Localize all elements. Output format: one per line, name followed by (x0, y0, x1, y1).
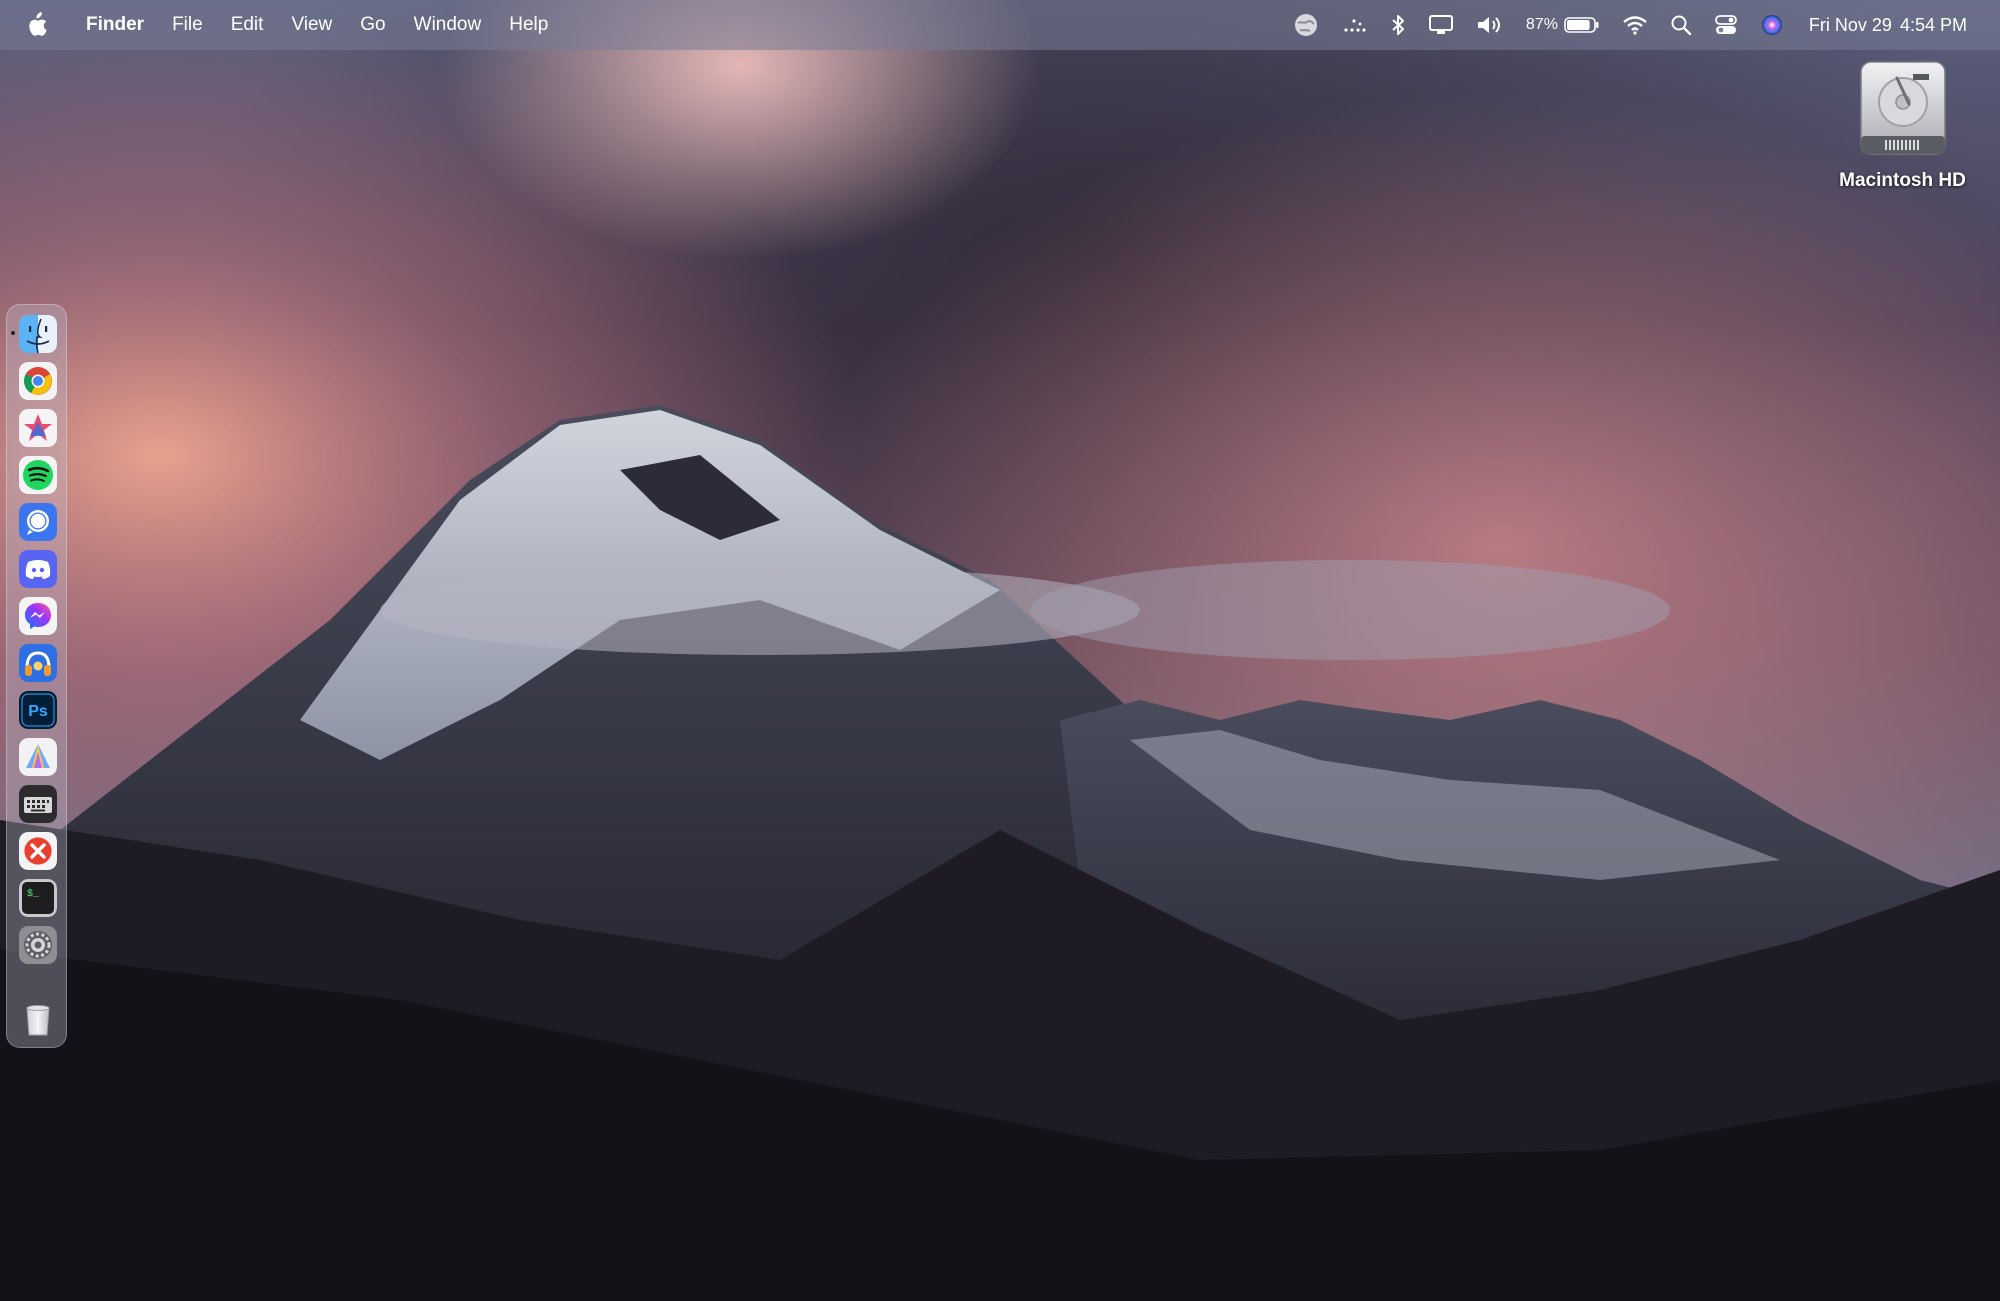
spotify-icon[interactable] (19, 456, 57, 494)
triangle-app-icon[interactable] (19, 738, 57, 776)
menu-bar-status: 87% Fri Nov 29 4:54 PM (1281, 0, 1978, 50)
globe-status-icon[interactable] (1281, 0, 1331, 50)
headphones-app-icon[interactable] (19, 644, 57, 682)
menu-bar: Finder File Edit View Go Window Help 87% (0, 0, 2000, 50)
volume-icon[interactable] (1465, 0, 1515, 50)
keyboard-app-icon[interactable] (19, 785, 57, 823)
desktop-icon-macintosh-hd[interactable]: Macintosh HD (1815, 58, 1990, 192)
menu-go[interactable]: Go (346, 0, 399, 50)
desktop-wallpaper (0, 0, 2000, 1301)
photoshop-glyph: Ps (28, 703, 48, 720)
menu-help[interactable]: Help (495, 0, 562, 50)
menu-window[interactable]: Window (400, 0, 496, 50)
signal-icon[interactable] (19, 503, 57, 541)
trash-icon[interactable] (19, 1000, 57, 1038)
hard-drive-icon (1859, 61, 1946, 155)
terminal-icon[interactable]: $_ (19, 879, 57, 917)
finder-icon[interactable] (19, 315, 57, 353)
menu-app-finder[interactable]: Finder (72, 0, 158, 50)
menu-view[interactable]: View (277, 0, 346, 50)
settings-gear-icon[interactable] (19, 926, 57, 964)
menu-file[interactable]: File (158, 0, 217, 50)
battery-status[interactable]: 87% (1515, 0, 1611, 50)
display-icon[interactable] (1417, 0, 1465, 50)
terminal-glyph: $_ (27, 888, 40, 900)
wifi-icon[interactable] (1611, 0, 1659, 50)
dots-status-icon[interactable] (1331, 0, 1379, 50)
clock-date: Fri Nov 29 (1808, 14, 1892, 35)
battery-icon (1564, 17, 1599, 33)
red-x-app-icon[interactable] (19, 832, 57, 870)
menu-edit[interactable]: Edit (217, 0, 278, 50)
dock: Ps $_ (6, 304, 67, 1048)
apple-logo-icon[interactable] (22, 10, 50, 40)
bluetooth-icon[interactable] (1379, 0, 1417, 50)
control-center-icon[interactable] (1703, 0, 1749, 50)
menubar-clock[interactable]: Fri Nov 29 4:54 PM (1795, 0, 1978, 50)
dock-separator (19, 986, 57, 988)
discord-icon[interactable] (19, 550, 57, 588)
photoshop-icon[interactable]: Ps (19, 691, 57, 729)
battery-percent: 87% (1525, 16, 1558, 33)
menu-bar-left: Finder File Edit View Go Window Help (0, 0, 562, 50)
chrome-icon[interactable] (19, 362, 57, 400)
siri-icon[interactable] (1749, 0, 1795, 50)
spotlight-search-icon[interactable] (1659, 0, 1703, 50)
clock-time: 4:54 PM (1899, 14, 1967, 35)
star-app-icon[interactable] (19, 409, 57, 447)
running-indicator (11, 331, 15, 335)
messenger-icon[interactable] (19, 597, 57, 635)
drive-label: Macintosh HD (1839, 170, 1966, 191)
